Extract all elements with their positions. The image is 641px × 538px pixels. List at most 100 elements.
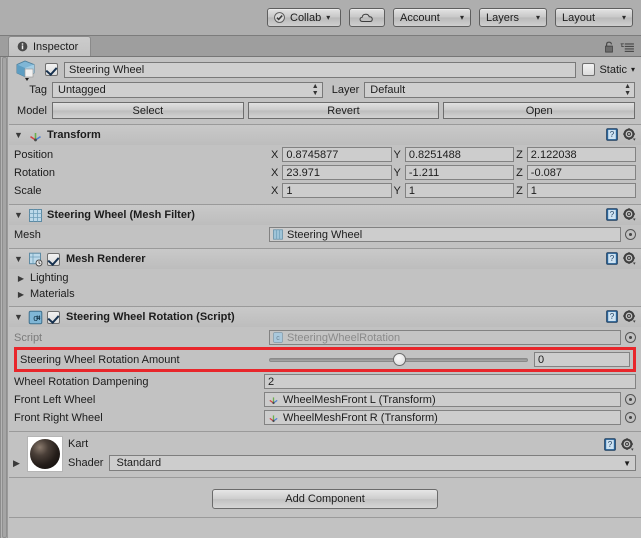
scale-y-input[interactable]: 1 (404, 183, 515, 198)
steering-wheel-rotation-amount-slider[interactable] (269, 352, 528, 367)
script-reference-row: Script c SteeringWheelRotation (14, 329, 636, 346)
tab-inspector-label: Inspector (33, 40, 79, 53)
collab-button[interactable]: Collab ▾ (267, 8, 341, 27)
static-checkbox[interactable] (582, 63, 596, 76)
help-book-icon[interactable]: ? (606, 128, 618, 141)
shader-dropdown[interactable]: Standard ▼ (109, 455, 636, 471)
check-circle-icon (274, 12, 285, 23)
highlight-annotation-box: Steering Wheel Rotation Amount 0 (14, 347, 636, 372)
mesh-picker-button[interactable] (625, 229, 636, 240)
rotation-y-input[interactable]: -1.211 (404, 165, 515, 180)
gear-icon[interactable] (623, 208, 636, 221)
csharp-script-icon: c (28, 310, 43, 325)
rotation-x-input[interactable]: 23.971 (282, 165, 392, 180)
component-title: Transform (47, 129, 101, 141)
foldout-materials[interactable]: ▶ Materials (14, 286, 636, 302)
foldout-arrow-icon[interactable]: ▼ (13, 254, 24, 264)
mesh-renderer-icon (28, 252, 43, 267)
transform-axis-icon (268, 394, 279, 405)
front-right-wheel-picker-button[interactable] (625, 412, 636, 423)
foldout-lighting-label: Lighting (30, 272, 69, 284)
chevron-down-icon[interactable]: ▾ (631, 65, 635, 74)
scale-label: Scale (14, 184, 42, 197)
front-right-wheel-object-field[interactable]: WheelMeshFront R (Transform) (264, 410, 621, 425)
svg-text:?: ? (608, 440, 613, 449)
static-label: Static (599, 63, 627, 76)
static-toggle-group: Static ▾ (582, 63, 635, 76)
model-open-button[interactable]: Open (443, 102, 636, 119)
layer-label: Layer (331, 84, 360, 96)
scale-x-input[interactable]: 1 (282, 183, 392, 198)
help-book-icon[interactable]: ? (606, 252, 618, 265)
model-select-button[interactable]: Select (52, 102, 244, 119)
layout-button[interactable]: Layout ▾ (555, 8, 633, 27)
axis-label-y: Y (393, 166, 401, 179)
gear-icon[interactable] (623, 252, 636, 265)
mesh-icon (273, 229, 283, 240)
gameobject-name-input[interactable]: Steering Wheel (64, 61, 577, 78)
mesh-renderer-enabled-checkbox[interactable] (47, 252, 60, 266)
add-component-button[interactable]: Add Component (212, 489, 438, 509)
account-button[interactable]: Account ▾ (393, 8, 471, 27)
position-y-input[interactable]: 0.8251488 (404, 147, 515, 162)
layer-dropdown[interactable]: Default ▲ ▼ (364, 82, 635, 98)
gameobject-name-row: Steering Wheel Static ▾ (13, 60, 635, 81)
foldout-arrow-icon[interactable]: ▼ (13, 130, 24, 140)
foldout-arrow-icon[interactable]: ▼ (13, 312, 24, 322)
scale-x-value: 1 (286, 184, 293, 197)
component-header-mesh-renderer[interactable]: ▼ Mesh Renderer ? (9, 249, 641, 269)
material-fields: Kart Shader Standard ▼ (68, 436, 636, 471)
mesh-label: Mesh (14, 228, 41, 241)
script-enabled-checkbox[interactable] (47, 310, 60, 324)
rotation-label: Rotation (14, 166, 55, 179)
svg-text:?: ? (610, 312, 615, 321)
position-z-input[interactable]: 2.122038 (526, 147, 636, 162)
axis-label-y: Y (393, 148, 401, 161)
chevron-down-icon: ▾ (326, 12, 331, 22)
gear-icon[interactable] (623, 128, 636, 141)
mesh-object-field[interactable]: Steering Wheel (269, 227, 621, 242)
slider-handle[interactable] (392, 353, 406, 366)
bottom-divider (9, 517, 641, 518)
material-tools: ? (604, 438, 634, 451)
lock-icon[interactable] (604, 41, 614, 53)
position-x-input[interactable]: 0.8745877 (282, 147, 392, 162)
tab-inspector[interactable]: Inspector (8, 36, 92, 56)
gameobject-name-value: Steering Wheel (69, 63, 145, 76)
gameobject-header: Steering Wheel Static ▾ Tag Untagged ▲ ▼ … (9, 57, 641, 124)
rotation-z-input[interactable]: -0.087 (526, 165, 636, 180)
cloud-services-button[interactable] (349, 8, 385, 27)
scale-z-input[interactable]: 1 (526, 183, 636, 198)
info-icon (17, 41, 28, 52)
wheel-rotation-dampening-value: 2 (268, 375, 275, 388)
scale-z-value: 1 (530, 184, 537, 197)
steering-wheel-rotation-amount-input[interactable]: 0 (534, 352, 630, 367)
scrollbar-thumb[interactable] (2, 57, 7, 538)
help-book-icon[interactable]: ? (606, 208, 618, 221)
component-header-mesh-filter[interactable]: ▼ Steering Wheel (Mesh Filter) ? (9, 205, 641, 225)
layers-button[interactable]: Layers ▾ (479, 8, 547, 27)
hamburger-menu-icon[interactable] (620, 42, 635, 53)
front-left-wheel-picker-button[interactable] (625, 394, 636, 405)
component-body-steering-wheel-rotation: Script c SteeringWheelRotation Steering (9, 327, 641, 431)
help-book-icon[interactable]: ? (604, 438, 616, 451)
foldout-lighting[interactable]: ▶ Lighting (14, 270, 636, 286)
material-foldout-arrow-icon[interactable]: ▶ (11, 436, 22, 469)
tag-dropdown[interactable]: Untagged ▲ ▼ (52, 82, 323, 98)
rotation-z-value: -0.087 (530, 166, 562, 179)
gear-icon[interactable] (621, 438, 634, 451)
foldout-arrow-icon[interactable]: ▼ (13, 210, 24, 220)
help-book-icon[interactable]: ? (606, 310, 618, 323)
front-left-wheel-object-field[interactable]: WheelMeshFront L (Transform) (264, 392, 621, 407)
gear-icon[interactable] (623, 310, 636, 323)
inspector-scrollbar[interactable] (1, 57, 8, 538)
chevron-down-icon: ▾ (535, 12, 540, 22)
component-header-transform[interactable]: ▼ Transform ? (9, 125, 641, 145)
component-header-steering-wheel-rotation[interactable]: ▼ c Steering Wheel Rotation (Script) ? (9, 307, 641, 327)
axis-label-x: X (271, 148, 279, 161)
tag-layer-row: Tag Untagged ▲ ▼ Layer Default ▲ ▼ (13, 82, 635, 98)
model-revert-button[interactable]: Revert (247, 102, 440, 119)
wheel-rotation-dampening-input[interactable]: 2 (264, 374, 636, 389)
axis-label-x: X (271, 184, 279, 197)
gameobject-enabled-checkbox[interactable] (45, 63, 58, 76)
